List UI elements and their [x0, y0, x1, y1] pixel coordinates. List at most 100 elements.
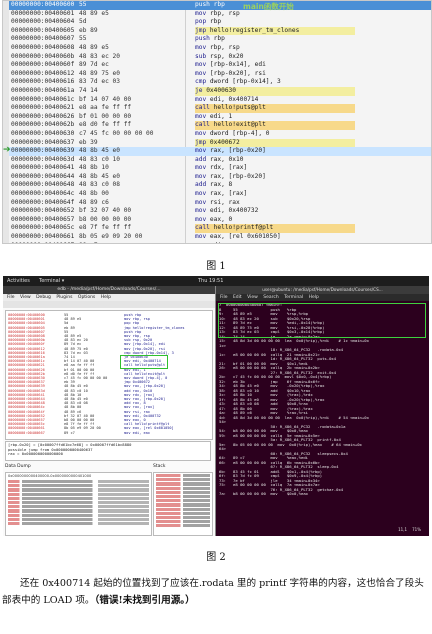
disassembly-row[interactable]: 00000000:0040061a 74 14 je 0x400630 — [9, 86, 431, 96]
disassembly-row[interactable]: 00000000:00400604 5d pop rbp — [9, 18, 431, 27]
disassembly-row[interactable]: 00000000:00400639 48 8b 45 e0 mov rax, [rb… — [9, 147, 431, 156]
instruction-address: 00000000:00400639 — [11, 147, 75, 155]
mini-instruction-column: push rbp mov rbp, rsp pop rbp jmp hello!… — [124, 313, 185, 435]
dump-range-tab[interactable]: 0x0000000000400000-0x0000000000401000 — [6, 473, 151, 479]
menu-debug[interactable]: Debug — [36, 295, 51, 300]
disassembly-row[interactable]: 00000000:00400644 48 8b 45 e0 mov rax, [rb… — [9, 173, 431, 182]
instruction-text: call hello!exit@plt — [195, 121, 355, 130]
instruction-operands: hello!puts@plt — [213, 104, 266, 112]
instruction-address: 00000000:00400657 — [11, 215, 75, 223]
disassembly-row[interactable]: 00000000:00400601 48 89 e5 mov rbp, rsp — [9, 10, 431, 19]
instruction-text: jmp hello!register_tm_clones — [195, 26, 355, 36]
menu-file[interactable]: File — [7, 295, 15, 300]
menu-plugins[interactable]: Plugins — [56, 295, 72, 300]
instruction-operands: rbp — [213, 35, 225, 43]
menu-help[interactable]: Help — [101, 295, 111, 300]
menu-file[interactable]: File — [220, 295, 228, 300]
instruction-bytes: 48 89 e5 — [79, 9, 109, 17]
disassembly-row[interactable]: 00000000:0040062b e8 d0 fe ff ff call hell… — [9, 121, 431, 130]
instruction-operands: rax, 0x10 — [209, 155, 244, 163]
dump-lines — [6, 480, 151, 526]
instruction-mnemonic: mov — [195, 112, 207, 120]
instruction-address: 00000000:0040061a — [11, 86, 75, 94]
disassembly-row[interactable]: 00000000:00400616 83 7d ec 03 cmp dword [r… — [9, 78, 431, 87]
terminal-app-menu[interactable]: Terminal ▾ — [39, 276, 64, 286]
disassembly-row[interactable]: 00000000:00400626 bf 01 00 00 00 mov edi, … — [9, 113, 431, 122]
disassembly-row[interactable]: 00000000:0040060f 89 7d ec mov [rbp-0x14],… — [9, 61, 431, 70]
watermark-label: main函数开始 — [243, 2, 294, 11]
disassembly-row[interactable]: 00000000:0040060b 48 83 ec 20 sub rsp, 0x2… — [9, 53, 431, 62]
info-line: rax = 0x0000000000000000 — [8, 451, 63, 457]
menu-search[interactable]: Search — [263, 295, 278, 300]
disassembly-row[interactable]: 00000000:0040063d 48 83 c0 10 add rax, 0x1… — [9, 156, 431, 165]
instruction-operands: edi, 0x400732 — [209, 207, 259, 215]
instruction-bytes: e8 d0 fe ff ff — [79, 121, 132, 129]
stack-pane[interactable] — [153, 472, 213, 536]
instruction-address: 00000000:00400600 — [11, 1, 75, 8]
instruction-operands: eax, [rel 0x601050] — [209, 233, 281, 241]
dump-line — [8, 509, 149, 513]
instruction-operands: dword [rbp-4], 0 — [209, 129, 270, 137]
instruction-operands: rsp, 0x20 — [209, 52, 244, 60]
instruction-mnemonic: mov — [195, 233, 207, 241]
data-dump-pane[interactable]: 0x0000000000400000-0x0000000000401000 — [5, 472, 152, 536]
menu-edit[interactable]: Edit — [233, 295, 242, 300]
disassembly-row[interactable]: 00000000:00400648 48 83 c0 08 add rax, 8 — [9, 181, 431, 190]
disassembly-row[interactable]: 00000000:0040066789 c7 mov edi, eax — [9, 242, 431, 243]
disassembly-row[interactable]: 00000000:00400641 48 8b 10 mov rdx, [rax] — [9, 164, 431, 173]
instruction-bytes: 55 — [79, 35, 87, 43]
disassembly-row[interactable]: 00000000:0040064c 48 8b 00 mov rax, [rax] — [9, 190, 431, 199]
disassembly-row[interactable]: 00000000:00400605 eb 89 jmp hello!register… — [9, 26, 431, 36]
instruction-text: mov rax, [rbp-0x20] — [195, 173, 355, 182]
edb-title-bar: edb - /media/psf/Home/Downloads/Courses/… — [3, 286, 215, 294]
instruction-mnemonic: mov — [195, 164, 207, 172]
figure-2-desktop-screenshot: Activities Terminal ▾ Thu 19:51 edb - /m… — [3, 276, 429, 536]
instruction-address: 00000000:00400604 — [11, 18, 75, 26]
instruction-operands: [rbp-0x20], rsi — [209, 69, 266, 77]
instruction-text: pop rbp — [195, 18, 355, 27]
dump-line — [8, 492, 149, 496]
disassembly-row[interactable]: 00000000:00400637 eb 39 jmp 0x400672 — [9, 138, 431, 148]
menu-options[interactable]: Options — [78, 295, 95, 300]
instruction-bytes: 8b 05 e9 09 20 00 — [79, 233, 143, 241]
instruction-address: 00000000:0040064f — [11, 198, 75, 206]
stack-line — [156, 482, 210, 486]
instruction-operands: [rbp-0x14], edi — [209, 61, 266, 69]
disassembly-row[interactable]: 00000000:0040061c bf 14 07 40 00 mov edi, … — [9, 96, 431, 105]
stack-title: Stack — [153, 464, 166, 469]
instruction-text: mov rax, [rbp-0x20] — [195, 147, 355, 156]
instruction-text: call hello!puts@plt — [195, 104, 355, 113]
instruction-operands: rbp — [213, 1, 225, 8]
menu-help[interactable]: Help — [309, 295, 319, 300]
instruction-mnemonic: mov — [195, 129, 207, 137]
disassembly-row[interactable]: 00000000:00400600 55 push rbp — [9, 1, 431, 10]
disassembly-row[interactable]: 00000000:00400621 e8 aa fe ff ff call hell… — [9, 104, 431, 113]
disassembly-row[interactable]: 00000000:00400630 c7 45 fc 00 00 00 00 mov… — [9, 130, 431, 139]
edb-code-pane[interactable]: 00000000:00400600 00000000:00400601 0000… — [5, 310, 213, 440]
menu-terminal[interactable]: Terminal — [284, 295, 303, 300]
disassembly-row[interactable]: 00000000:00400612 48 89 75 e0 mov [rbp-0x2… — [9, 70, 431, 79]
instruction-address: 00000000:00400621 — [11, 104, 75, 112]
instruction-address: 00000000:00400637 — [11, 138, 75, 146]
disassembly-row[interactable]: 00000000:0040064f 48 89 c6 mov rsi, rax — [9, 199, 431, 208]
stack-line — [156, 524, 210, 528]
menu-view[interactable]: View — [20, 295, 31, 300]
disassembly-row[interactable]: 00000000:00400652 bf 32 07 40 00 mov edi, … — [9, 207, 431, 216]
instruction-mnemonic: mov — [195, 242, 206, 243]
activities-button[interactable]: Activities — [7, 276, 30, 286]
instruction-address: 00000000:0040060b — [11, 52, 75, 60]
disassembly-row[interactable]: 00000000:0040065c e8 7f fe ff ff call hell… — [9, 224, 431, 234]
instruction-address: 00000000:00400652 — [11, 207, 75, 215]
instruction-mnemonic: je — [195, 86, 203, 94]
instruction-bytes: 89 7d ec — [79, 61, 109, 69]
instruction-operands: rax, [rbp-0x20] — [209, 147, 266, 155]
disassembly-row[interactable]: 00000000:00400661 8b 05 e9 09 20 00 mov ea… — [9, 233, 431, 242]
disassembly-row[interactable]: 00000000:00400607 55 push rbp — [9, 35, 431, 44]
disassembly-row[interactable]: 00000000:00400657 b8 00 00 00 00 mov eax, … — [9, 216, 431, 225]
menu-view[interactable]: View — [247, 295, 258, 300]
instruction-mnemonic: mov — [195, 69, 207, 77]
disassembly-row[interactable]: 00000000:00400608 48 89 e5 mov rbp, rsp — [9, 44, 431, 53]
instruction-text: push rbp — [195, 35, 355, 44]
stack-line — [156, 474, 210, 478]
instruction-text: mov [rbp-0x20], rsi — [195, 70, 355, 79]
